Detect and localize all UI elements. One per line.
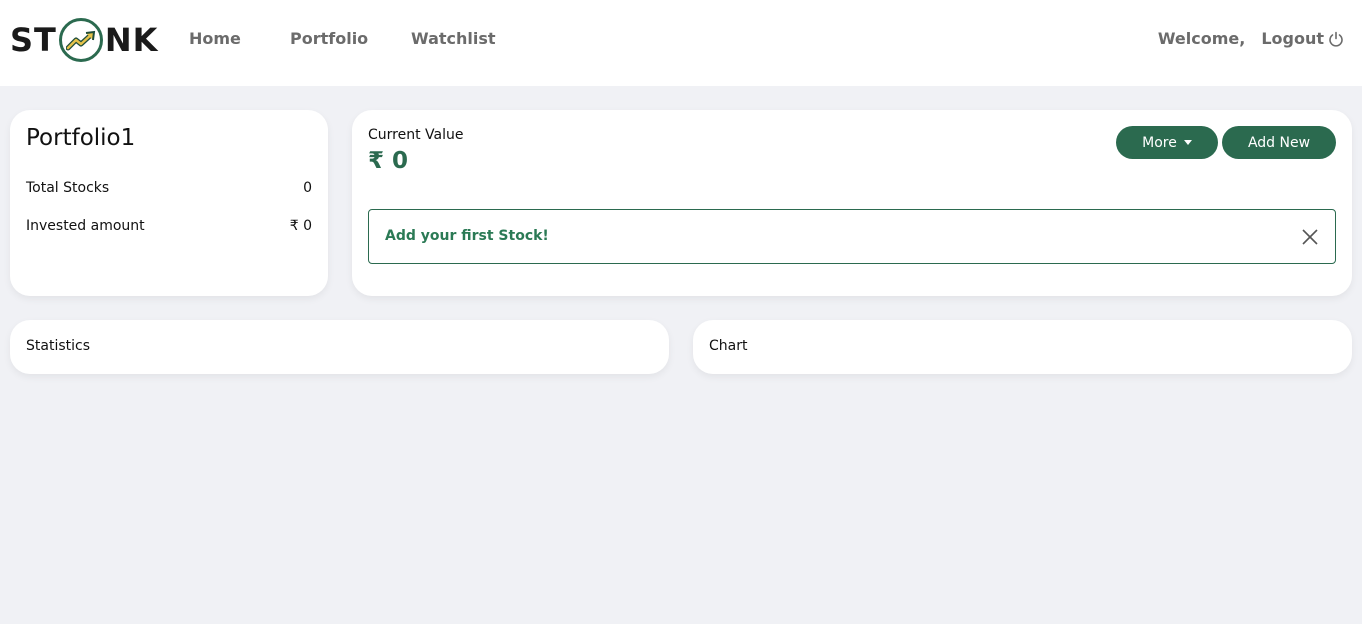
add-new-label: Add New xyxy=(1247,134,1311,151)
current-value-amount: ₹ 0 xyxy=(368,148,409,174)
invested-amount-label: Invested amount xyxy=(26,218,145,234)
add-new-button[interactable]: Add New xyxy=(1222,126,1336,159)
portfolio-title: Portfolio1 xyxy=(26,125,136,151)
invested-amount-row: Invested amount ₹ 0 xyxy=(26,218,312,234)
more-dropdown-button[interactable]: More xyxy=(1116,126,1218,159)
close-icon[interactable] xyxy=(1301,228,1319,246)
welcome-text: Welcome, xyxy=(1157,29,1246,48)
brand-name-left: ST xyxy=(10,21,57,59)
empty-portfolio-alert: Add your first Stock! xyxy=(368,209,1336,264)
nav-watchlist-link[interactable]: Watchlist xyxy=(411,29,496,48)
invested-amount-value: ₹ 0 xyxy=(289,218,312,234)
nav-home-link[interactable]: Home xyxy=(189,29,241,48)
user-menu: Welcome, Logout xyxy=(1158,29,1344,48)
total-stocks-label: Total Stocks xyxy=(26,180,110,196)
logout-button[interactable]: Logout xyxy=(1261,29,1344,48)
logout-label: Logout xyxy=(1261,29,1324,48)
current-value-label: Current Value xyxy=(368,127,464,143)
more-button-label: More xyxy=(1142,134,1177,151)
brand-name-right: NK xyxy=(104,21,159,59)
current-value-card: Current Value ₹ 0 More Add New Add your … xyxy=(352,110,1352,296)
chart-title: Chart xyxy=(709,338,748,354)
portfolio-summary-card: Portfolio1 Total Stocks 0 Invested amoun… xyxy=(10,110,328,296)
total-stocks-value: 0 xyxy=(303,180,312,196)
total-stocks-row: Total Stocks 0 xyxy=(26,180,312,196)
nav-portfolio-link[interactable]: Portfolio xyxy=(290,29,368,48)
trend-up-arrow-icon xyxy=(58,18,103,62)
chart-card: Chart xyxy=(693,320,1352,374)
alert-message: Add your first Stock! xyxy=(385,228,549,244)
brand-logo[interactable]: ST NK xyxy=(10,17,158,63)
power-icon xyxy=(1329,31,1343,47)
caret-down-icon xyxy=(1183,140,1192,145)
statistics-title: Statistics xyxy=(26,338,90,354)
statistics-card: Statistics xyxy=(10,320,669,374)
navbar: ST NK Home Portfolio Watchlist Welcome, … xyxy=(0,0,1362,86)
